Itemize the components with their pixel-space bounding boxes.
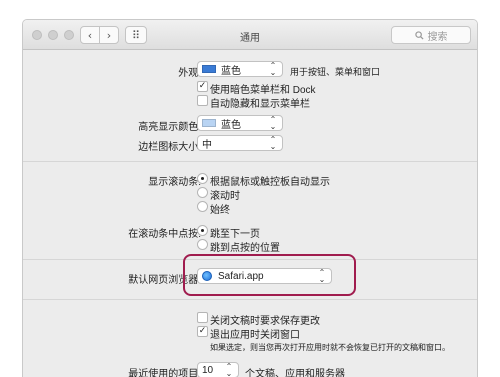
- recent-items-value: 10: [202, 364, 214, 376]
- sidebar-icon-size-popup[interactable]: 中 ⌃ ⌄: [197, 135, 283, 151]
- chevron-up-down-icon: ⌃ ⌄: [269, 135, 277, 151]
- recent-items-popup[interactable]: 10 ⌃ ⌄: [197, 362, 239, 377]
- close-windows-checkbox[interactable]: ✓: [197, 326, 208, 337]
- search-field[interactable]: 搜索: [391, 26, 471, 44]
- scroll-click-next-page-label: 跳至下一页: [210, 229, 260, 240]
- dark-menu-checkbox[interactable]: ✓: [197, 81, 208, 92]
- chevron-up-down-icon: ⌃ ⌄: [269, 115, 277, 131]
- search-placeholder: 搜索: [427, 31, 448, 43]
- scrollbars-when-scrolling-radio[interactable]: [197, 187, 208, 198]
- close-windows-note: 如果选定，则当您再次打开应用时就不会恢复已打开的文稿和窗口。: [210, 343, 450, 352]
- preferences-window: ‹ › ⠿ 通用 搜索 外观: 蓝色 ⌃ ⌄ 用于按钮、菜单和窗口 ✓ 使用暗色菜…: [22, 19, 478, 377]
- title-bar: ‹ › ⠿ 通用 搜索: [23, 20, 477, 50]
- highlight-swatch: [202, 119, 216, 127]
- sidebar-icon-size-value: 中: [202, 139, 212, 151]
- check-icon: ✓: [198, 81, 207, 91]
- ask-keep-changes-label: 关闭文稿时要求保存更改: [210, 316, 320, 327]
- scrollbars-auto-radio[interactable]: [197, 173, 208, 184]
- appearance-value: 蓝色: [221, 65, 241, 77]
- recent-items-label: 最近使用的项目:: [128, 369, 201, 377]
- ask-keep-changes-checkbox[interactable]: [197, 312, 208, 323]
- search-icon: [414, 30, 424, 40]
- scroll-click-position-label: 跳到点按的位置: [210, 243, 280, 254]
- scrollbars-always-radio[interactable]: [197, 201, 208, 212]
- chevron-up-down-icon: ⌃ ⌄: [225, 362, 233, 377]
- recent-items-description: 个文稿、应用和服务器: [245, 369, 345, 377]
- appearance-swatch: [202, 65, 216, 73]
- check-icon: ✓: [198, 326, 207, 336]
- sidebar-icon-size-label: 边栏图标大小:: [138, 142, 201, 153]
- separator: [23, 161, 477, 162]
- highlight-color-popup[interactable]: 蓝色 ⌃ ⌄: [197, 115, 283, 131]
- scrollbars-when-scrolling-label: 滚动时: [210, 191, 240, 202]
- chevron-up-down-icon: ⌃ ⌄: [269, 61, 277, 77]
- scroll-click-next-page-radio[interactable]: [197, 225, 208, 236]
- scrollbars-auto-label: 根据鼠标或触控板自动显示: [210, 177, 330, 188]
- close-windows-label: 退出应用时关闭窗口: [210, 330, 300, 341]
- scrollbars-always-label: 始终: [210, 205, 230, 216]
- autohide-menubar-checkbox[interactable]: [197, 95, 208, 106]
- annotation-highlight: [183, 254, 356, 296]
- highlight-color-label: 高亮显示颜色:: [138, 122, 201, 133]
- scroll-click-position-radio[interactable]: [197, 239, 208, 250]
- scroll-click-label: 在滚动条中点按:: [128, 229, 201, 240]
- dark-menu-label: 使用暗色菜单栏和 Dock: [210, 85, 316, 96]
- appearance-description: 用于按钮、菜单和窗口: [290, 67, 381, 77]
- highlight-color-value: 蓝色: [221, 119, 241, 131]
- separator: [23, 299, 477, 300]
- show-scrollbars-label: 显示滚动条:: [148, 177, 201, 188]
- autohide-menubar-label: 自动隐藏和显示菜单栏: [210, 99, 310, 110]
- appearance-popup[interactable]: 蓝色 ⌃ ⌄: [197, 61, 283, 77]
